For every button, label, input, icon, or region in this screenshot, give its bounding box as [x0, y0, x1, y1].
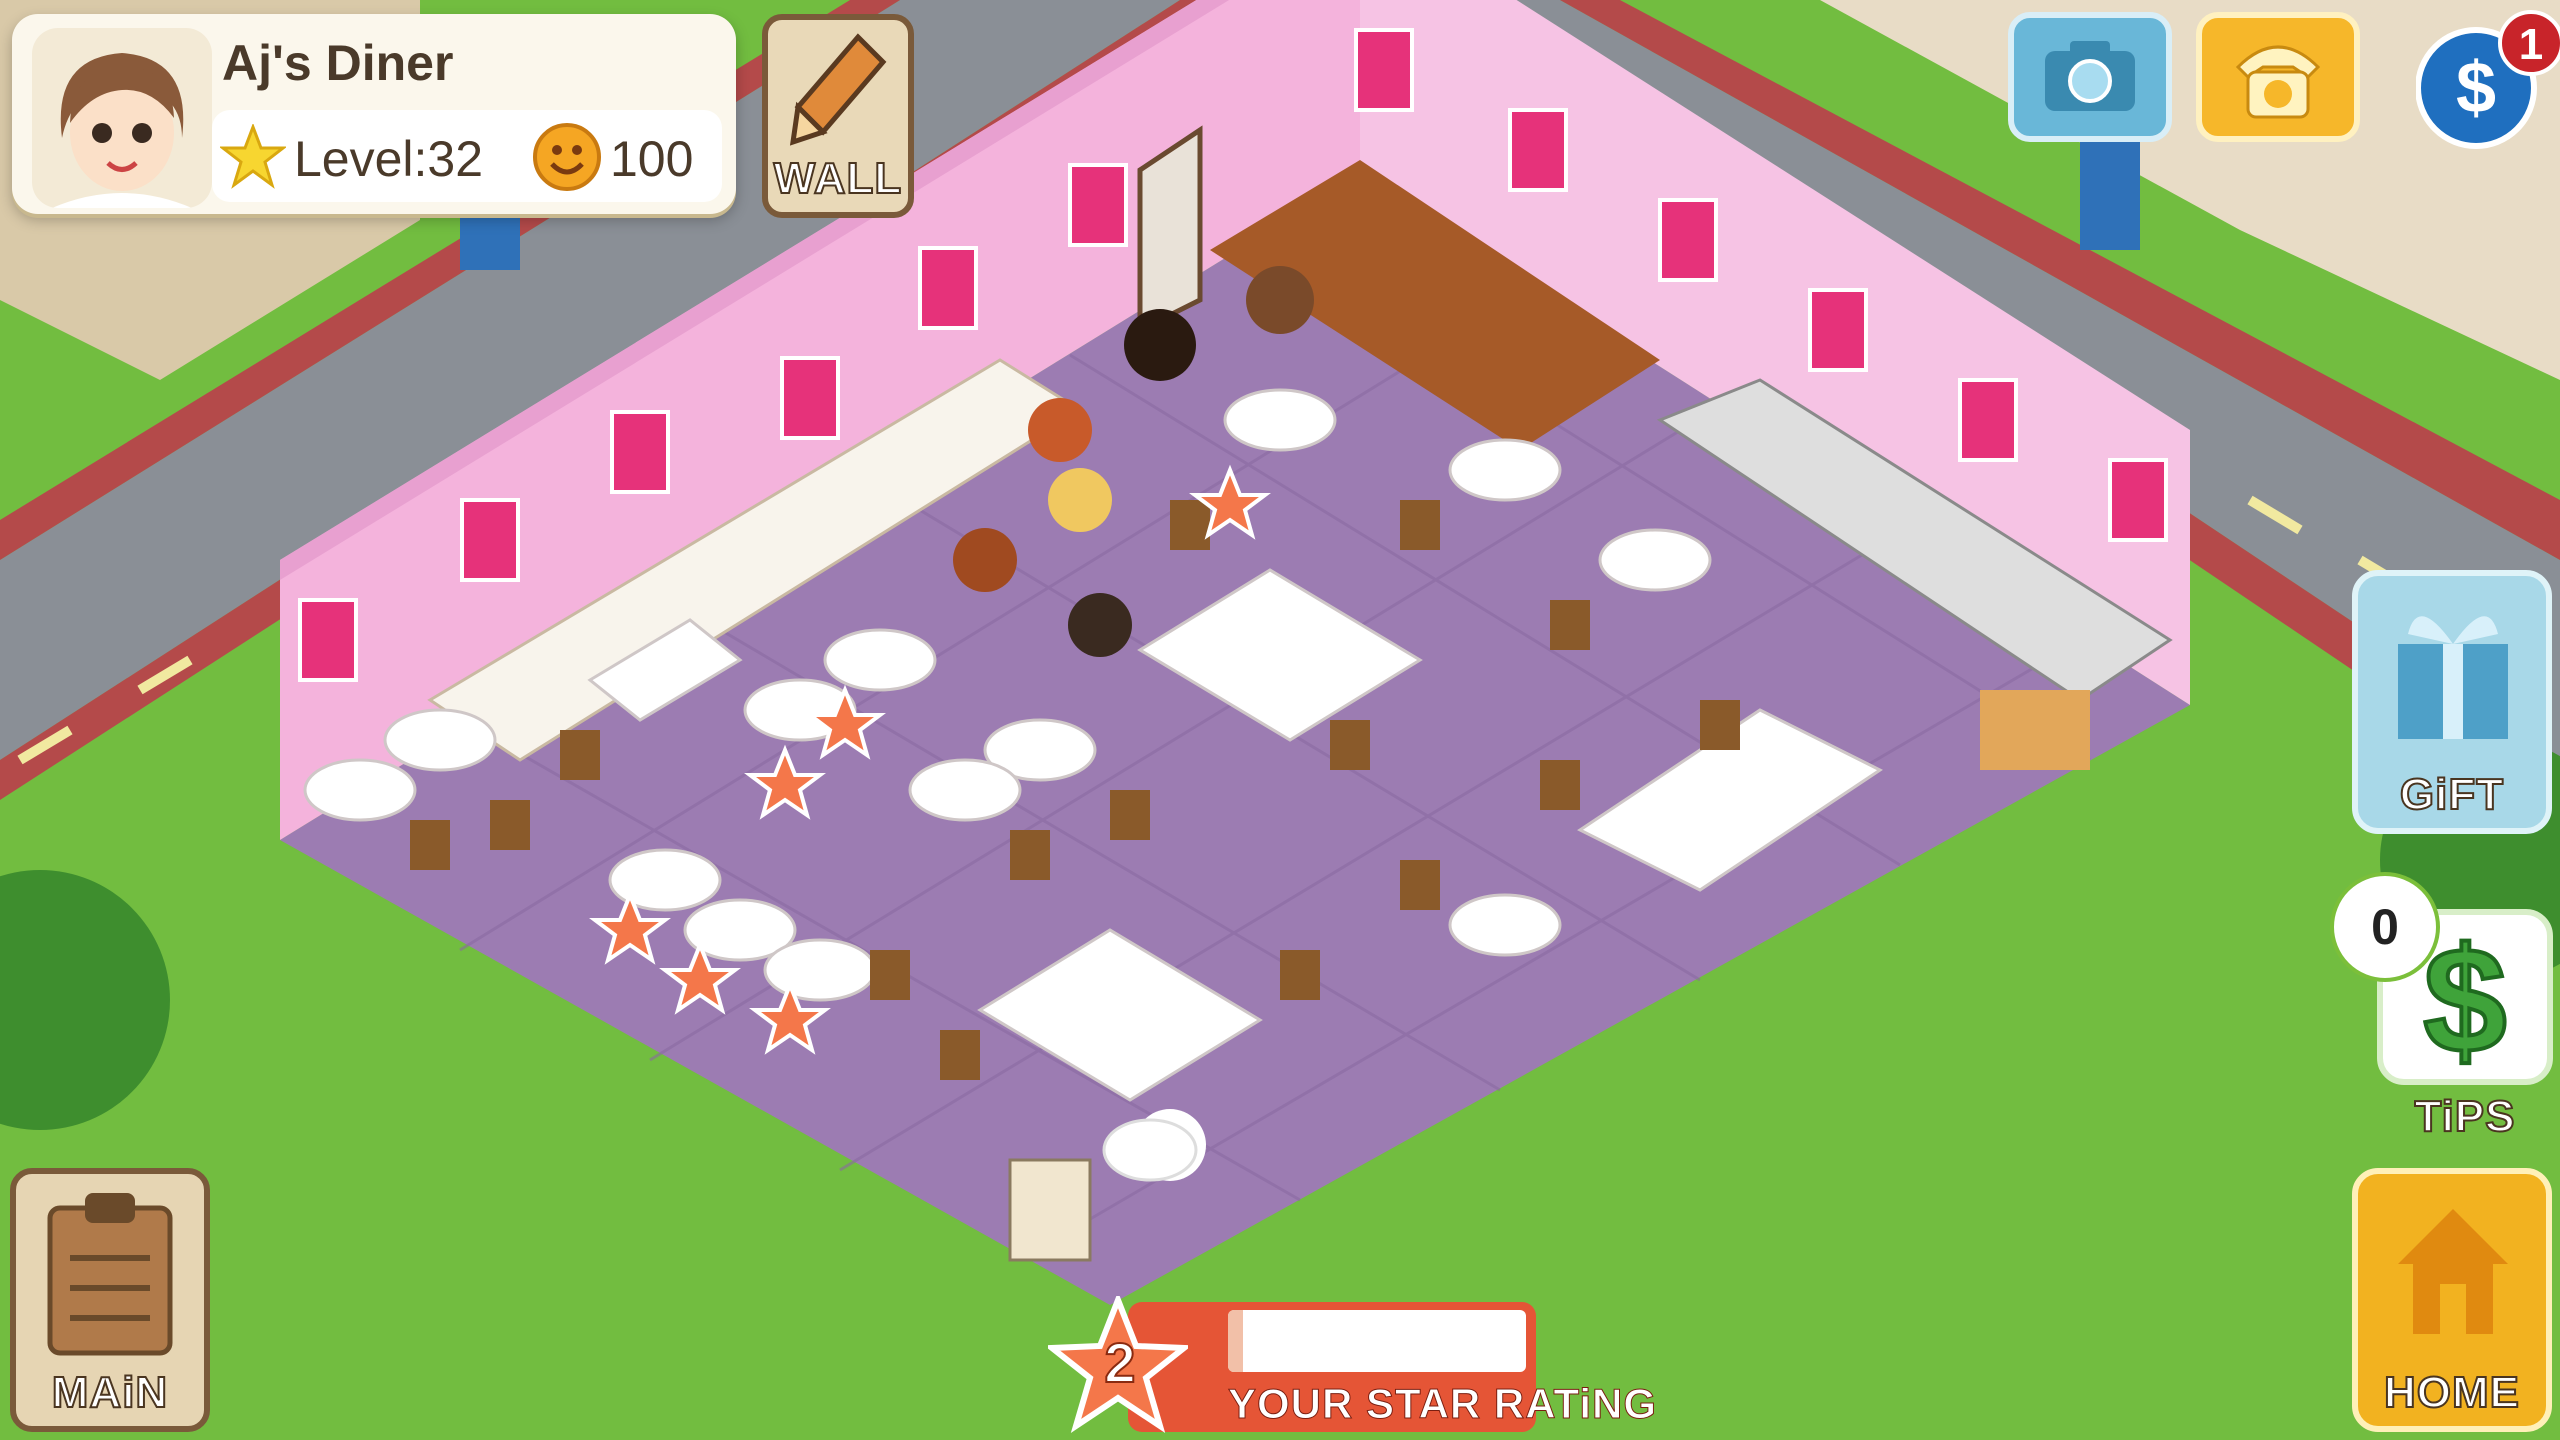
- svg-text:$: $: [2456, 48, 2496, 128]
- star-rating-widget[interactable]: YOUR STAR RATiNG 2: [1048, 1296, 1657, 1436]
- star-rating-label: YOUR STAR RATiNG: [1227, 1380, 1658, 1428]
- main-label: MAiN: [51, 1367, 169, 1418]
- notification-badge: 1: [2498, 10, 2560, 76]
- wall-button[interactable]: WALL: [762, 14, 914, 218]
- home-label: HOME: [2383, 1367, 2520, 1418]
- home-button[interactable]: HOME: [2352, 1168, 2552, 1432]
- wall-label: WALL: [773, 153, 903, 204]
- phone-button[interactable]: [2196, 12, 2360, 142]
- cash-store-button[interactable]: $ 1: [2415, 10, 2560, 150]
- tips-count-badge: 0: [2330, 872, 2440, 982]
- smiley-coin-icon: [533, 123, 601, 191]
- supply-box: [1980, 690, 2090, 770]
- profile-card[interactable]: Aj's Diner Level:32 100: [12, 14, 736, 214]
- chef-avatar-icon: [32, 28, 212, 208]
- chef-player[interactable]: [1102, 1118, 1198, 1182]
- coin-count: 100: [610, 131, 694, 187]
- star-rating-progress-track: [1228, 1310, 1526, 1372]
- clipboard-icon: [47, 1193, 173, 1356]
- stats-bar: Level:32 100: [212, 110, 722, 202]
- game-scene[interactable]: [0, 0, 2560, 1440]
- telephone-icon: [2235, 45, 2321, 119]
- star-rating-progress-fill: [1228, 1310, 1243, 1372]
- main-menu-button[interactable]: MAiN: [10, 1168, 210, 1432]
- gift-label: GiFT: [2399, 769, 2505, 820]
- tips-button[interactable]: $ 0 TiPS: [2330, 872, 2560, 1142]
- star-icon: [220, 124, 286, 189]
- gift-button[interactable]: GiFT: [2352, 570, 2552, 834]
- star-rating-value: 2: [1103, 1330, 1136, 1395]
- camera-icon: [2045, 41, 2135, 111]
- camera-button[interactable]: [2008, 12, 2172, 142]
- tips-label: TiPS: [2413, 1091, 2516, 1142]
- house-icon: [2398, 1209, 2508, 1334]
- gift-icon: [2398, 616, 2508, 739]
- star-rating-bar: YOUR STAR RATiNG: [1128, 1302, 1657, 1432]
- pencil-icon: [789, 33, 887, 146]
- diner-name: Aj's Diner: [222, 35, 454, 91]
- mailbox: [2080, 140, 2140, 250]
- level-label: Level:32: [294, 131, 484, 187]
- host-podium[interactable]: [1008, 1158, 1092, 1262]
